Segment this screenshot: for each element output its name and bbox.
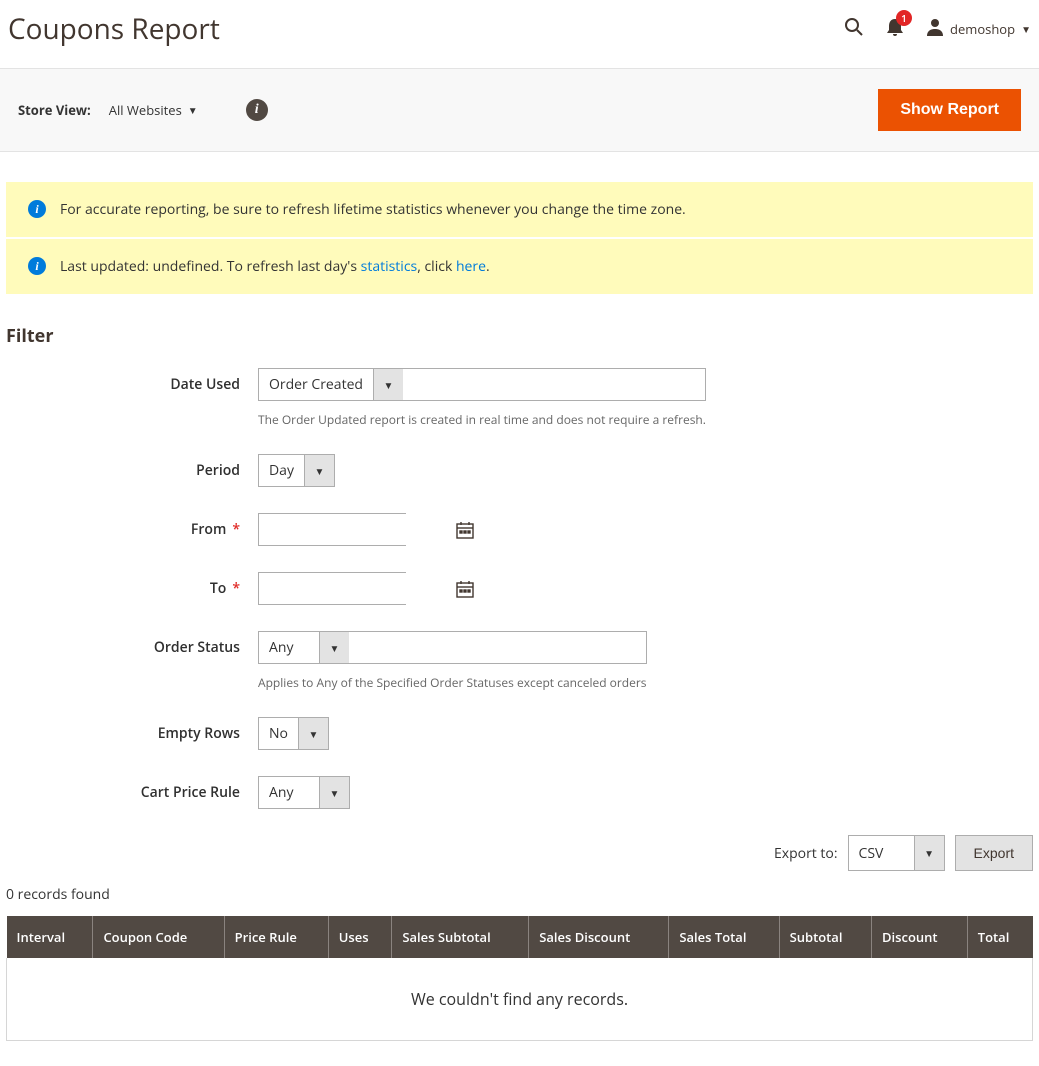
period-label: Period [0, 454, 258, 480]
col-uses[interactable]: Uses [328, 916, 392, 958]
export-button[interactable]: Export [955, 835, 1033, 871]
order-status-hint: Applies to Any of the Specified Order St… [258, 674, 647, 691]
chevron-down-icon: ▼ [373, 369, 403, 400]
filter-title: Filter [6, 324, 1033, 348]
chevron-down-icon: ▼ [304, 455, 334, 486]
col-discount[interactable]: Discount [872, 916, 968, 958]
col-coupon-code[interactable]: Coupon Code [93, 916, 224, 958]
report-table: Interval Coupon Code Price Rule Uses Sal… [6, 916, 1033, 1041]
notification-badge: 1 [896, 10, 912, 26]
notifications-icon[interactable]: 1 [886, 16, 904, 43]
calendar-icon[interactable] [456, 514, 474, 545]
order-status-label: Order Status [0, 631, 258, 657]
cart-rule-label: Cart Price Rule [0, 776, 258, 802]
chevron-down-icon: ▼ [319, 632, 349, 663]
info-message-timezone: For accurate reporting, be sure to refre… [6, 182, 1033, 237]
col-price-rule[interactable]: Price Rule [224, 916, 328, 958]
col-interval[interactable]: Interval [7, 916, 93, 958]
records-count: 0 records found [6, 885, 1033, 904]
from-label: From [191, 520, 226, 539]
table-header-row: Interval Coupon Code Price Rule Uses Sal… [7, 916, 1033, 958]
page-title: Coupons Report [8, 10, 220, 48]
empty-row: We couldn't find any records. [7, 958, 1033, 1041]
search-icon[interactable] [844, 16, 864, 43]
user-icon [926, 16, 944, 42]
period-select[interactable]: Day ▼ [258, 454, 335, 487]
refresh-here-link[interactable]: here [456, 257, 486, 276]
col-total[interactable]: Total [967, 916, 1032, 958]
from-date-input[interactable] [258, 513, 406, 546]
col-sales-subtotal[interactable]: Sales Subtotal [392, 916, 529, 958]
col-sales-discount[interactable]: Sales Discount [529, 916, 669, 958]
empty-rows-label: Empty Rows [0, 717, 258, 743]
date-used-select[interactable]: Order Created ▼ [258, 368, 706, 401]
statistics-link[interactable]: statistics [361, 257, 418, 276]
empty-message: We couldn't find any records. [7, 958, 1033, 1041]
chevron-down-icon: ▼ [914, 836, 944, 870]
show-report-button[interactable]: Show Report [878, 89, 1021, 131]
chevron-down-icon: ▼ [188, 103, 198, 117]
date-used-label: Date Used [0, 368, 258, 394]
col-subtotal[interactable]: Subtotal [779, 916, 871, 958]
export-format-select[interactable]: CSV ▼ [848, 835, 945, 871]
chevron-down-icon: ▼ [298, 718, 328, 749]
cart-rule-select[interactable]: Any ▼ [258, 776, 350, 809]
to-date-input[interactable] [258, 572, 406, 605]
empty-rows-select[interactable]: No ▼ [258, 717, 329, 750]
info-message-last-updated: Last updated: undefined. To refresh last… [6, 239, 1033, 294]
calendar-icon[interactable] [456, 573, 474, 604]
chevron-down-icon: ▼ [1021, 22, 1031, 36]
to-label: To [210, 579, 226, 598]
export-to-label: Export to: [774, 844, 838, 863]
help-icon[interactable]: i [246, 99, 268, 121]
store-view-label: Store View: [18, 101, 91, 119]
store-view-select[interactable]: All Websites ▼ [109, 101, 198, 119]
date-used-hint: The Order Updated report is created in r… [258, 411, 706, 428]
header-actions: 1 demoshop ▼ [844, 16, 1031, 43]
chevron-down-icon: ▼ [319, 777, 349, 808]
store-view-bar: Store View: All Websites ▼ i Show Report [0, 68, 1039, 152]
col-sales-total[interactable]: Sales Total [669, 916, 779, 958]
user-name: demoshop [950, 20, 1015, 38]
order-status-select[interactable]: Any ▼ [258, 631, 647, 664]
user-menu[interactable]: demoshop ▼ [926, 16, 1031, 42]
